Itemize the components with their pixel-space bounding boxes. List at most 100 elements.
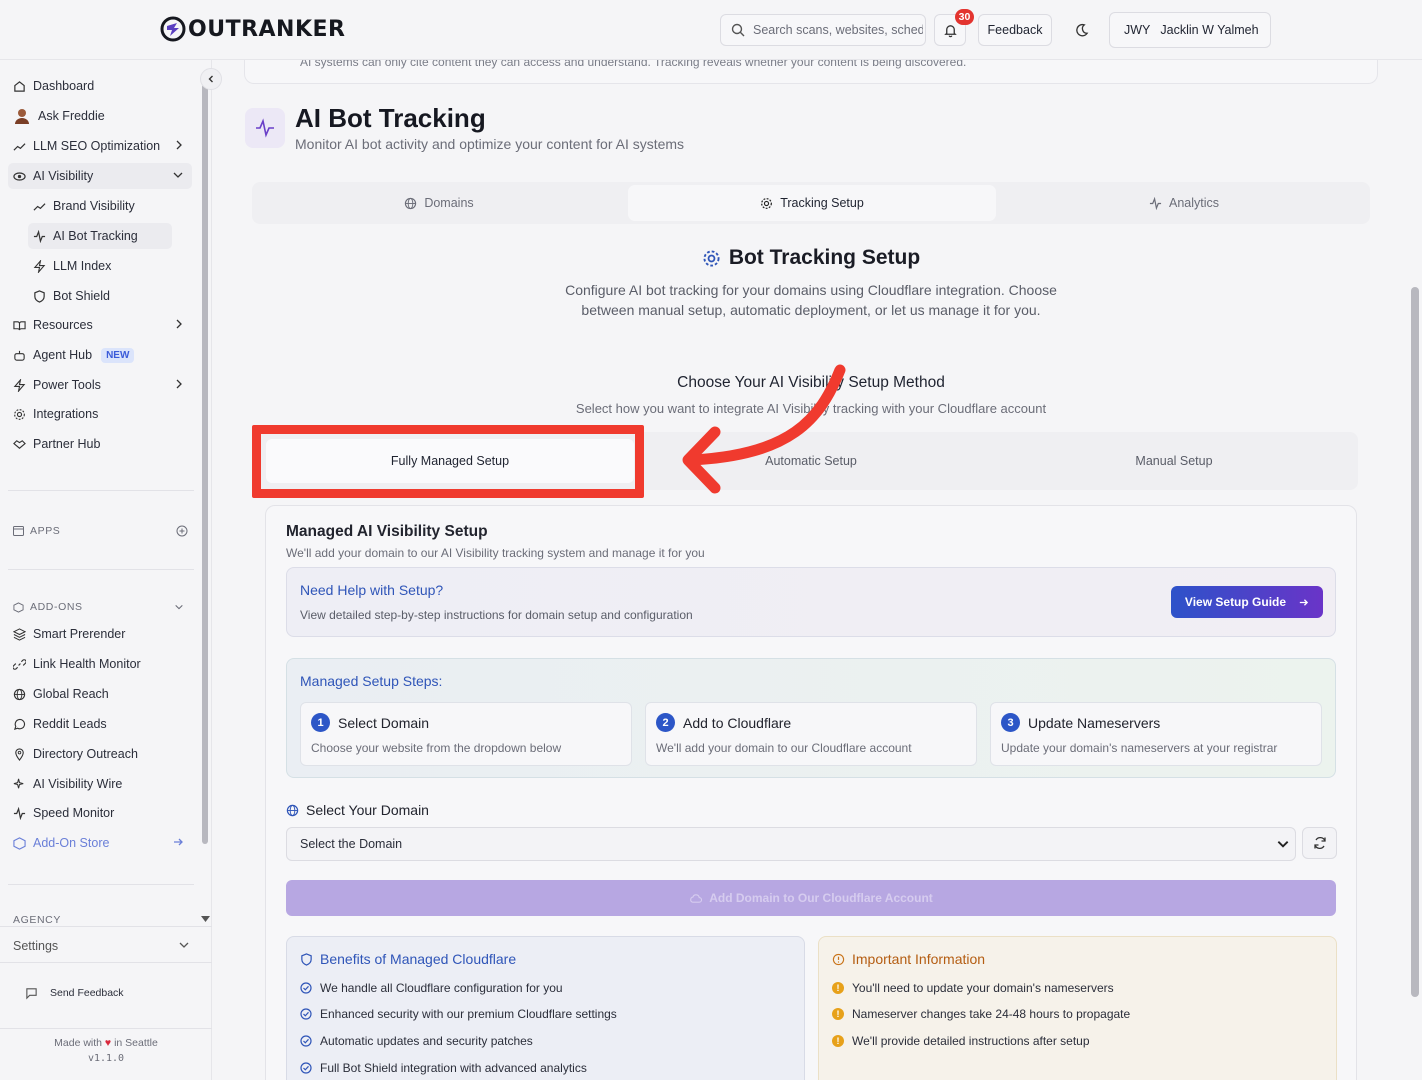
sidebar-item-label: Dashboard <box>33 79 95 93</box>
sidebar-item-label: Smart Prerender <box>33 627 126 641</box>
sidebar-scrollbar[interactable] <box>202 84 208 844</box>
chevron-down-icon <box>175 604 183 610</box>
sidebar-item-ai-visibility-wire[interactable]: AI Visibility Wire <box>8 771 192 797</box>
sidebar-item-label: Reddit Leads <box>33 717 107 731</box>
steps-title: Managed Setup Steps: <box>300 673 443 689</box>
sidebar-item-brand-visibility[interactable]: Brand Visibility <box>28 193 172 219</box>
sidebar-item-ai-visibility[interactable]: AI Visibility <box>8 163 192 189</box>
sidebar-divider <box>8 490 194 491</box>
send-feedback-link[interactable]: Send Feedback <box>20 980 170 1006</box>
info-item: ! We'll provide detailed instructions af… <box>832 1034 1090 1048</box>
tab-domains[interactable]: Domains <box>252 182 626 224</box>
method-tab-manual[interactable]: Manual Setup <box>991 432 1357 490</box>
arrow-right-icon <box>174 838 183 846</box>
sidebar-collapse-button[interactable] <box>200 68 222 90</box>
sidebar-item-label: LLM SEO Optimization <box>33 139 161 153</box>
sidebar-item-speed-monitor[interactable]: Speed Monitor <box>8 800 192 826</box>
home-icon <box>14 80 25 92</box>
sidebar-item-bot-shield[interactable]: Bot Shield <box>28 283 172 309</box>
setup-method-tabs: Fully Managed Setup Automatic Setup Manu… <box>258 432 1358 490</box>
sidebar-item-label: Global Reach <box>33 687 109 701</box>
feedback-button[interactable]: Feedback <box>978 14 1052 46</box>
tab-analytics[interactable]: Analytics <box>998 182 1370 224</box>
sidebar-item-ask-freddie[interactable]: Ask Freddie <box>8 103 192 129</box>
sidebar-item-link-health[interactable]: Link Health Monitor <box>8 651 192 677</box>
main-scrollbar[interactable] <box>1411 287 1419 997</box>
benefit-text: We handle all Cloudflare configuration f… <box>320 981 563 995</box>
warning-icon: ! <box>832 1008 844 1020</box>
agency-section[interactable]: AGENCY <box>13 914 210 926</box>
add-app-icon[interactable] <box>176 525 188 537</box>
choose-method-title: Choose Your AI Visibility Setup Method <box>677 374 945 391</box>
settings-toggle[interactable]: Settings <box>8 933 198 959</box>
method-tab-fully-managed[interactable]: Fully Managed Setup <box>266 439 634 483</box>
made-with-love: Made with ♥ in Seattle <box>0 1037 212 1049</box>
sidebar-item-label: Ask Freddie <box>38 109 105 123</box>
tab-tracking-setup[interactable]: Tracking Setup <box>628 185 996 221</box>
chevron-down-icon <box>179 942 189 948</box>
freddie-avatar <box>15 109 29 124</box>
global-search[interactable] <box>720 14 926 46</box>
benefit-text: Automatic updates and security patches <box>320 1034 533 1048</box>
eye-icon <box>13 171 26 181</box>
sparkles-icon <box>13 778 24 788</box>
apps-label: APPS <box>30 525 61 537</box>
alert-circle-icon <box>832 953 845 965</box>
sidebar-item-dashboard[interactable]: Dashboard <box>8 73 192 99</box>
step-number: 2 <box>656 713 675 732</box>
check-circle-icon <box>300 1062 312 1074</box>
chevron-left-icon <box>208 75 213 83</box>
page-subtitle: Monitor AI bot activity and optimize you… <box>295 136 685 152</box>
refresh-domains-button[interactable] <box>1302 827 1337 859</box>
select-domain-label: Select Your Domain <box>286 802 429 818</box>
send-feedback-label: Send Feedback <box>50 987 124 999</box>
search-icon <box>731 23 745 37</box>
domain-select[interactable]: Select the Domain <box>286 827 1296 861</box>
sidebar-item-addon-store[interactable]: Add-On Store <box>8 830 192 856</box>
method-tab-automatic[interactable]: Automatic Setup <box>628 432 994 490</box>
step-description: We'll add your domain to our Cloudflare … <box>656 741 912 755</box>
caret-down-icon <box>201 916 210 922</box>
book-open-icon <box>13 320 26 330</box>
addons-section[interactable]: ADD-ONS <box>13 601 188 613</box>
globe-icon <box>13 688 26 700</box>
search-input[interactable] <box>753 23 923 37</box>
sidebar-item-llm-seo[interactable]: LLM SEO Optimization <box>8 133 192 159</box>
step-description: Update your domain's nameservers at your… <box>1001 741 1278 755</box>
sidebar-item-smart-prerender[interactable]: Smart Prerender <box>8 621 192 647</box>
apps-section: APPS <box>13 525 188 537</box>
globe-icon <box>286 804 299 816</box>
logo[interactable]: OUTRANKER <box>160 16 345 42</box>
tab-label: Analytics <box>1168 196 1220 210</box>
managed-setup-subtitle: We'll add your domain to our AI Visibili… <box>286 546 705 560</box>
add-domain-cloudflare-button[interactable]: Add Domain to Our Cloudflare Account <box>286 880 1336 916</box>
chevron-down-icon <box>173 172 183 178</box>
sidebar-divider <box>8 569 194 570</box>
eagle-logo-icon <box>160 16 186 42</box>
info-text: We'll provide detailed instructions afte… <box>852 1034 1090 1048</box>
benefit-text: Enhanced security with our premium Cloud… <box>320 1007 617 1021</box>
sidebar-item-resources[interactable]: Resources <box>8 312 192 338</box>
benefit-item: Automatic updates and security patches <box>300 1034 533 1048</box>
view-setup-guide-button[interactable]: View Setup Guide <box>1171 586 1323 618</box>
sidebar-item-directory-outreach[interactable]: Directory Outreach <box>8 741 192 767</box>
step-card-add-cloudflare: 2 Add to Cloudflare We'll add your domai… <box>645 702 977 766</box>
main-tabs: Domains Tracking Setup Analytics <box>252 182 1370 224</box>
trending-up-icon <box>33 202 46 211</box>
sidebar-divider <box>0 926 212 927</box>
sidebar-item-partner-hub[interactable]: Partner Hub <box>8 431 192 457</box>
user-menu-button[interactable]: JWY Jacklin W Yalmeh <box>1109 12 1271 48</box>
bot-icon <box>14 350 25 361</box>
help-title: Need Help with Setup? <box>300 582 444 598</box>
domain-select-value: Select the Domain <box>300 837 403 851</box>
sidebar-item-global-reach[interactable]: Global Reach <box>8 681 192 707</box>
sidebar-item-agent-hub[interactable]: Agent Hub NEW <box>8 342 192 368</box>
sidebar-item-reddit-leads[interactable]: Reddit Leads <box>8 711 192 737</box>
tab-label: Tracking Setup <box>780 196 864 210</box>
chevron-right-icon <box>176 140 182 150</box>
step-title: Select Domain <box>338 715 430 731</box>
sidebar-item-label: Add-On Store <box>33 836 110 850</box>
info-title-text: Important Information <box>852 951 986 967</box>
help-subtitle: View detailed step-by-step instructions … <box>300 608 693 622</box>
theme-toggle-button[interactable] <box>1066 14 1096 46</box>
